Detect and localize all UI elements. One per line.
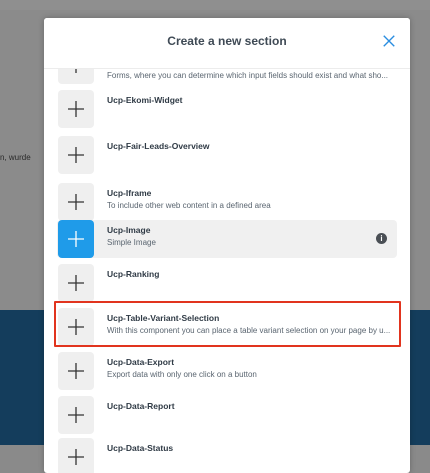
add-button[interactable] [58,438,94,473]
item-title: Ucp-Table-Variant-Selection [107,313,220,323]
plus-icon [68,231,84,247]
add-button[interactable] [58,264,94,302]
item-title: Ucp-Fair-Leads-Overview [107,141,210,151]
item-title: Ucp-Ekomi-Widget [107,95,183,105]
item-title: Ucp-Ranking [107,269,160,279]
item-description: To include other web content in a define… [107,201,271,210]
plus-icon [68,363,84,379]
plus-icon [68,194,84,210]
item-title: Ucp-Data-Status [107,443,174,453]
plus-icon [68,147,84,163]
plus-icon [68,407,84,423]
list-item-iframe[interactable]: Ucp-Iframe To include other web content … [57,183,397,221]
plus-icon [68,449,84,465]
add-button[interactable] [58,352,94,390]
item-title: Ucp-Data-Report [107,401,175,411]
modal-title: Create a new section [167,34,287,48]
modal-header: Create a new section [44,18,410,69]
add-button[interactable] [58,68,94,84]
background-text: n, wurde [0,153,31,162]
create-section-modal: Create a new section Forms, where you ca… [44,18,410,473]
list-item-ranking[interactable]: Ucp-Ranking [57,264,397,302]
item-title: Ucp-Iframe [107,188,152,198]
plus-icon [68,101,84,117]
item-description: With this component you can place a tabl… [107,326,391,335]
list-item-image[interactable]: Ucp-Image Simple Image i [57,220,397,258]
plus-icon [68,319,84,335]
list-item-fair-leads-overview[interactable]: Ucp-Fair-Leads-Overview [57,136,397,174]
item-description: Forms, where you can determine which inp… [107,71,389,80]
item-title: Ucp-Data-Export [107,357,175,367]
add-button[interactable] [58,183,94,221]
list-item-ekomi-widget[interactable]: Ucp-Ekomi-Widget [57,90,397,128]
add-button[interactable] [58,90,94,128]
item-description: Simple Image [107,238,156,247]
add-button[interactable] [58,136,94,174]
list-item-data-status[interactable]: Ucp-Data-Status [57,438,397,473]
list-item-table-variant-selection[interactable]: Ucp-Table-Variant-Selection With this co… [57,308,397,346]
info-icon[interactable]: i [376,233,387,244]
list-item-forms[interactable]: Forms, where you can determine which inp… [57,68,397,84]
add-button[interactable] [58,396,94,434]
item-description: Export data with only one click on a but… [107,370,257,379]
plus-icon [68,275,84,291]
list-item-data-export[interactable]: Ucp-Data-Export Export data with only on… [57,352,397,390]
item-title: Ucp-Image [107,225,151,235]
add-button[interactable] [58,220,94,258]
close-icon[interactable] [380,32,398,50]
section-list: Forms, where you can determine which inp… [44,68,410,473]
list-item-data-report[interactable]: Ucp-Data-Report [57,396,397,434]
add-button[interactable] [58,308,94,346]
